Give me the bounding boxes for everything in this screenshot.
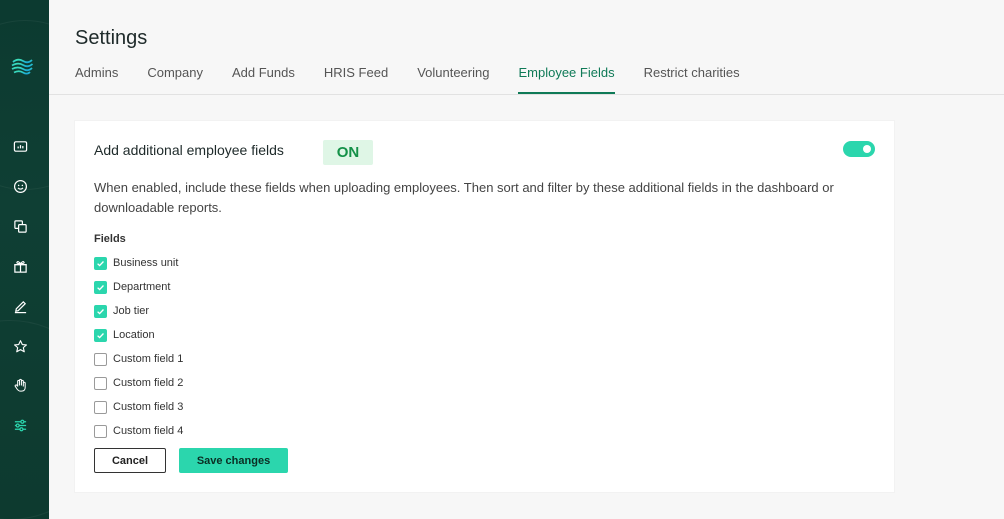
field-checkbox-department[interactable]: Department: [94, 279, 170, 295]
field-checkbox-custom-3[interactable]: Custom field 3: [94, 399, 183, 415]
field-label: Custom field 4: [113, 425, 184, 437]
sidebar-item-settings[interactable]: [11, 416, 29, 434]
tab-add-funds[interactable]: Add Funds: [232, 63, 295, 94]
field-checkbox-custom-2[interactable]: Custom field 2: [94, 375, 183, 391]
sidebar-decoration: [0, 20, 49, 190]
sliders-icon: [14, 419, 26, 431]
pen-icon: [14, 300, 26, 313]
analytics-icon: [13, 140, 27, 152]
field-label: Job tier: [113, 305, 150, 317]
sidebar-item-gift[interactable]: [11, 257, 29, 275]
copy-icon: [13, 219, 27, 233]
checkbox[interactable]: [94, 400, 107, 414]
field-label: Custom field 1: [113, 353, 184, 365]
tab-admins[interactable]: Admins: [75, 63, 118, 94]
field-label: Department: [113, 281, 171, 293]
star-icon: [13, 339, 27, 352]
sidebar-item-analytics[interactable]: [11, 137, 29, 155]
check-icon: [97, 308, 104, 315]
checkbox[interactable]: [94, 304, 107, 318]
field-label: Business unit: [113, 257, 179, 269]
card-description: When enabled, include these fields when …: [94, 180, 834, 215]
field-checkbox-location[interactable]: Location: [94, 327, 155, 343]
checkbox[interactable]: [94, 424, 107, 438]
gift-icon: [13, 260, 27, 273]
sidebar-item-copy[interactable]: [11, 217, 29, 235]
status-badge: ON: [323, 140, 373, 165]
tab-restrict-charities[interactable]: Restrict charities: [644, 63, 740, 94]
field-label: Custom field 3: [113, 401, 184, 413]
field-checkbox-custom-4[interactable]: Custom field 4: [94, 423, 183, 439]
check-icon: [97, 284, 104, 291]
checkbox[interactable]: [94, 352, 107, 366]
check-icon: [97, 332, 104, 339]
smiley-icon: [13, 179, 27, 193]
tab-employee-fields[interactable]: Employee Fields: [518, 63, 615, 94]
checkbox[interactable]: [94, 328, 107, 342]
sidebar-item-pen[interactable]: [11, 297, 29, 315]
field-checkbox-business-unit[interactable]: Business unit: [94, 255, 178, 271]
card-title: Add additional employee fields: [94, 142, 284, 158]
save-changes-button[interactable]: Save changes: [179, 448, 288, 473]
field-checkbox-job-tier[interactable]: Job tier: [94, 303, 149, 319]
tab-company[interactable]: Company: [147, 63, 203, 94]
employee-fields-toggle[interactable]: [843, 141, 875, 157]
toggle-knob: [863, 145, 871, 153]
sidebar-item-smiley[interactable]: [11, 177, 29, 195]
field-label: Location: [113, 329, 155, 341]
sidebar-item-hand[interactable]: [11, 376, 29, 394]
checkbox[interactable]: [94, 280, 107, 294]
field-checkbox-custom-1[interactable]: Custom field 1: [94, 351, 183, 367]
logo-icon[interactable]: [10, 54, 34, 78]
fields-label: Fields: [94, 233, 126, 245]
check-icon: [97, 260, 104, 267]
field-label: Custom field 2: [113, 377, 184, 389]
employee-fields-card: Add additional employee fields ON When e…: [75, 121, 894, 492]
tab-hris-feed[interactable]: HRIS Feed: [324, 63, 388, 94]
sidebar-item-star[interactable]: [11, 337, 29, 355]
settings-tabs: Admins Company Add Funds HRIS Feed Volun…: [75, 63, 769, 94]
tab-volunteering[interactable]: Volunteering: [417, 63, 489, 94]
checkbox[interactable]: [94, 376, 107, 390]
sidebar: [0, 0, 49, 519]
checkbox[interactable]: [94, 256, 107, 270]
cancel-button[interactable]: Cancel: [94, 448, 166, 473]
hand-icon: [14, 378, 26, 392]
page-header: Settings Admins Company Add Funds HRIS F…: [49, 0, 1004, 95]
page-title: Settings: [75, 27, 148, 49]
